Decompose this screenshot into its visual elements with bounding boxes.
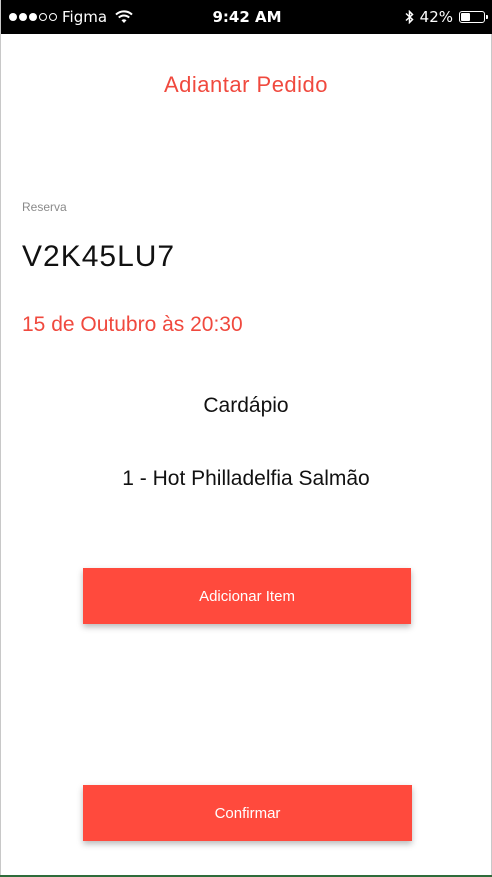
status-bar: Figma 9:42 AM 42%	[1, 0, 492, 34]
reservation-datetime: 15 de Outubro às 20:30	[22, 313, 243, 336]
app-screen: Figma 9:42 AM 42% Adiantar Pedido Reserv…	[0, 0, 492, 876]
battery-icon	[459, 11, 488, 23]
bluetooth-icon	[405, 10, 414, 24]
menu-list-item[interactable]: 1 - Hot Philladelfia Salmão	[1, 467, 491, 491]
add-item-button[interactable]: Adicionar Item	[83, 568, 411, 624]
battery-percentage: 42%	[419, 8, 453, 26]
status-bar-right: 42%	[405, 8, 488, 26]
reservation-code: V2K45LU7	[22, 240, 176, 273]
page-title: Adiantar Pedido	[163, 72, 329, 97]
menu-title: Cardápio	[203, 394, 289, 417]
confirm-button[interactable]: Confirmar	[83, 785, 412, 841]
battery-level-fill	[461, 13, 470, 21]
reservation-label: Reserva	[22, 200, 67, 214]
